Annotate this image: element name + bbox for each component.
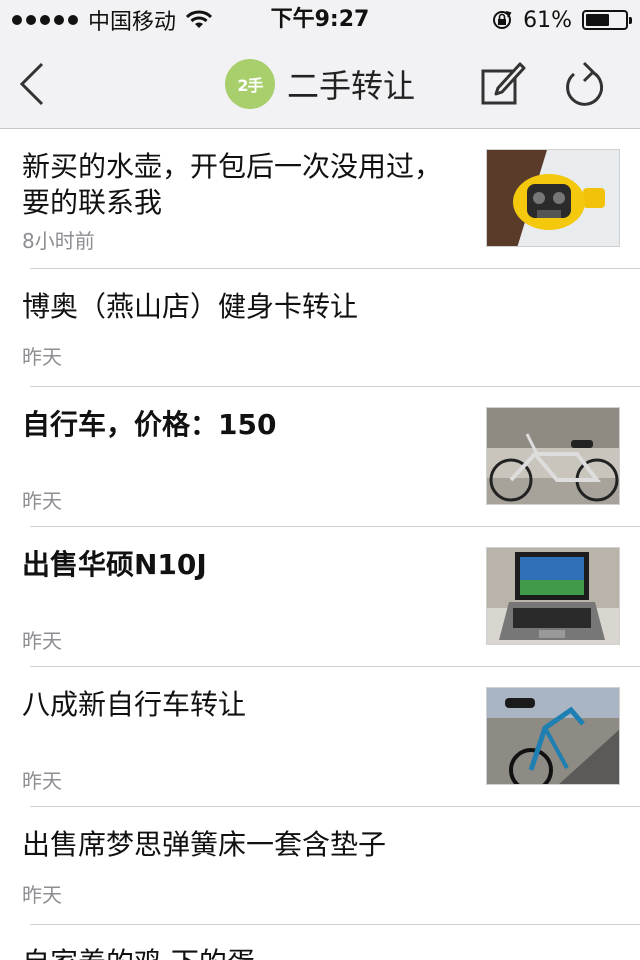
list-item[interactable]: 博奥（燕山店）健身卡转让 昨天: [0, 269, 640, 387]
post-time: 昨天: [22, 629, 62, 653]
post-thumbnail-kettle[interactable]: [486, 149, 620, 247]
post-title: 八成新自行车转让: [22, 688, 247, 721]
post-title: 出售华硕N10J: [22, 548, 207, 581]
post-thumbnail-bicycle[interactable]: [486, 407, 620, 505]
post-thumbnail-blue-bicycle[interactable]: [486, 687, 620, 785]
nav-title-group: 2手 二手转让: [0, 40, 640, 128]
post-thumbnail-laptop[interactable]: [486, 547, 620, 645]
list-item[interactable]: 出售席梦思弹簧床一套含垫子 昨天: [0, 807, 640, 925]
page-title: 二手转让: [286, 67, 415, 105]
post-title: 自家养的鸡 下的蛋: [22, 945, 462, 960]
list-item[interactable]: 自家养的鸡 下的蛋: [0, 925, 640, 960]
compose-icon[interactable]: [480, 60, 526, 106]
post-title: 出售席梦思弹簧床一套含垫子: [22, 828, 387, 861]
post-list: 新买的水壶，开包后一次没用过，要的联系我 8小时前 博奥（燕山店）健身卡转让 昨…: [0, 129, 640, 960]
navigation-bar: 2手 二手转让: [0, 40, 640, 129]
list-item[interactable]: 新买的水壶，开包后一次没用过，要的联系我 8小时前: [0, 129, 640, 269]
post-time: 8小时前: [22, 229, 95, 253]
post-time: 昨天: [22, 883, 62, 907]
post-title: 新买的水壶，开包后一次没用过，要的联系我: [22, 150, 443, 219]
post-time: 昨天: [22, 345, 62, 369]
refresh-icon[interactable]: [562, 60, 606, 108]
battery-icon: [582, 10, 632, 30]
post-title: 自行车，价格：150: [22, 408, 277, 441]
post-title: 博奥（燕山店）健身卡转让: [22, 290, 359, 323]
post-time: 昨天: [22, 489, 62, 513]
list-item[interactable]: 八成新自行车转让 昨天: [0, 667, 640, 807]
status-bar: 中国移动 下午9:27 61%: [0, 0, 640, 40]
battery-level-fill: [586, 14, 609, 26]
rotation-lock-icon: [493, 11, 512, 29]
battery-percent: 61%: [523, 7, 572, 33]
post-time: 昨天: [22, 769, 62, 793]
app-logo: 2手: [224, 59, 275, 109]
screen: 中国移动 下午9:27 61% 2手 二手转让 新买的水壶，开包后一次没用过，要…: [0, 0, 640, 960]
list-item[interactable]: 出售华硕N10J 昨天: [0, 527, 640, 667]
list-item[interactable]: 自行车，价格：150 昨天: [0, 387, 640, 527]
status-right: 61%: [491, 0, 632, 40]
